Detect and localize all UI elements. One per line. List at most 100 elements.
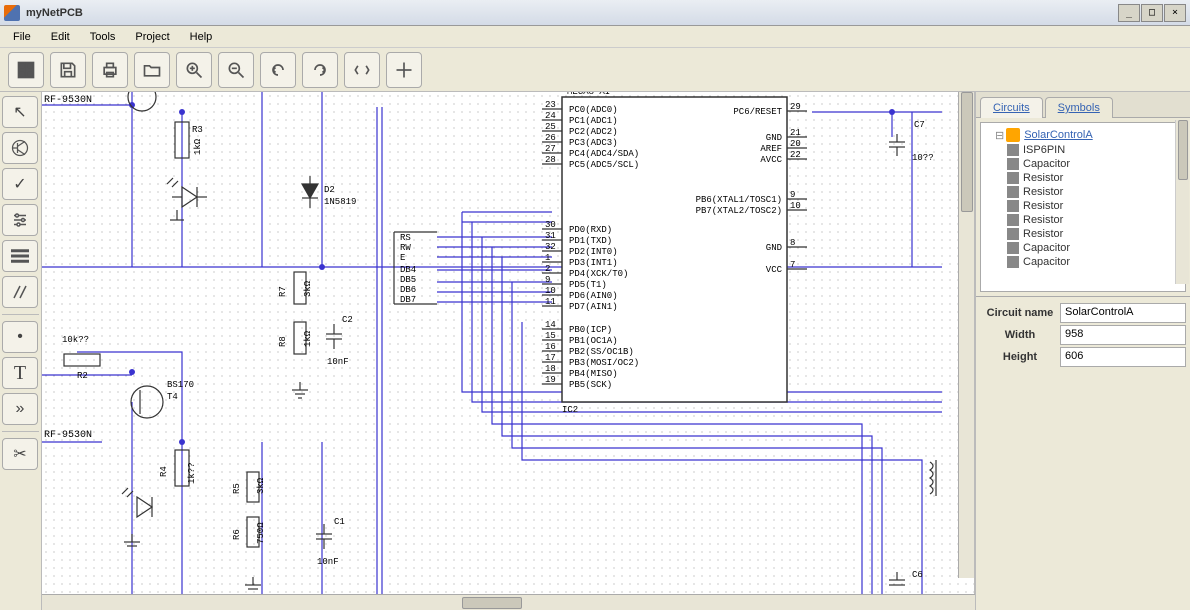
r8-val: 1kΩ xyxy=(303,330,313,347)
tree-item-label: Resistor xyxy=(1023,200,1063,212)
maximize-button[interactable]: □ xyxy=(1141,4,1163,22)
menu-file[interactable]: File xyxy=(6,29,38,45)
tree-item[interactable]: Resistor xyxy=(987,199,1183,213)
prop-name-val[interactable]: SolarControlA xyxy=(1060,303,1186,323)
zoom-in-button[interactable] xyxy=(176,52,212,88)
horizontal-scrollbar[interactable] xyxy=(42,594,975,610)
prop-width-label: Width xyxy=(980,329,1060,341)
toolbar xyxy=(0,48,1190,92)
d2-val: 1N5819 xyxy=(324,197,356,207)
prop-height-label: Height xyxy=(980,351,1060,363)
svg-text:PB3(MOSI/OC2): PB3(MOSI/OC2) xyxy=(569,358,639,368)
menubar: File Edit Tools Project Help xyxy=(0,26,1190,48)
grid-button[interactable] xyxy=(8,52,44,88)
comp-icon xyxy=(1007,158,1019,170)
schematic-canvas[interactable]: RF-9530N R3 1kΩ xyxy=(42,92,975,594)
canvas-wrap: RF-9530N R3 1kΩ xyxy=(42,92,975,610)
redo-button[interactable] xyxy=(302,52,338,88)
comp-icon xyxy=(1007,172,1019,184)
bars-tool[interactable] xyxy=(2,240,38,272)
comp-icon xyxy=(1007,144,1019,156)
menu-help[interactable]: Help xyxy=(183,29,220,45)
open-button[interactable] xyxy=(134,52,170,88)
r3-ref: R3 xyxy=(192,125,203,135)
svg-text:32: 32 xyxy=(545,242,556,252)
svg-text:31: 31 xyxy=(545,231,556,241)
svg-text:22: 22 xyxy=(790,150,801,160)
r5-val: 3kΩ xyxy=(256,477,266,494)
tree-item[interactable]: Capacitor xyxy=(987,157,1183,171)
svg-text:15: 15 xyxy=(545,331,556,341)
svg-text:AREF: AREF xyxy=(760,144,782,154)
window-title: myNetPCB xyxy=(26,7,83,19)
cut-tool[interactable]: ✂ xyxy=(2,438,38,470)
tree-item[interactable]: Resistor xyxy=(987,185,1183,199)
lcd-db6: DB6 xyxy=(400,285,416,295)
svg-text:28: 28 xyxy=(545,155,556,165)
svg-text:PC3(ADC3): PC3(ADC3) xyxy=(569,138,618,148)
zoom-out-button[interactable] xyxy=(218,52,254,88)
java-icon xyxy=(4,5,20,21)
save-button[interactable] xyxy=(50,52,86,88)
svg-text:PD7(AIN1): PD7(AIN1) xyxy=(569,302,618,312)
svg-text:1: 1 xyxy=(545,253,550,263)
tree[interactable]: ⊟ SolarControlA ISP6PINCapacitorResistor… xyxy=(980,122,1186,292)
cursor-tool[interactable]: ↖ xyxy=(2,96,38,128)
text-tool[interactable]: T xyxy=(2,357,38,389)
tabs: Circuits Symbols xyxy=(976,92,1190,118)
svg-text:10: 10 xyxy=(545,286,556,296)
svg-text:GND: GND xyxy=(766,243,782,253)
menu-tools[interactable]: Tools xyxy=(83,29,123,45)
svg-text:10: 10 xyxy=(790,201,801,211)
comp-icon xyxy=(1007,256,1019,268)
tree-item[interactable]: Resistor xyxy=(987,227,1183,241)
tree-item[interactable]: ISP6PIN xyxy=(987,143,1183,157)
arrow-tool[interactable]: » xyxy=(2,393,38,425)
svg-text:PC6/RESET: PC6/RESET xyxy=(733,107,782,117)
tree-scrollbar[interactable] xyxy=(1175,120,1189,284)
point-tool[interactable]: • xyxy=(2,321,38,353)
check-tool[interactable]: ✓ xyxy=(2,168,38,200)
close-button[interactable]: × xyxy=(1164,4,1186,22)
svg-text:PD4(XCK/T0): PD4(XCK/T0) xyxy=(569,269,628,279)
svg-text:PB7(XTAL2/TOSC2): PB7(XTAL2/TOSC2) xyxy=(696,206,782,216)
tree-root[interactable]: ⊟ SolarControlA xyxy=(987,127,1183,143)
tree-item[interactable]: Resistor xyxy=(987,171,1183,185)
r2-ref: R2 xyxy=(77,371,88,381)
origin-button[interactable] xyxy=(386,52,422,88)
svg-text:25: 25 xyxy=(545,122,556,132)
wire-tool[interactable] xyxy=(2,276,38,308)
minimize-button[interactable]: _ xyxy=(1118,4,1140,22)
t4: T4 xyxy=(167,392,178,402)
tree-item-label: Resistor xyxy=(1023,214,1063,226)
tree-item[interactable]: Resistor xyxy=(987,213,1183,227)
tab-symbols[interactable]: Symbols xyxy=(1045,97,1113,118)
tree-item[interactable]: Capacitor xyxy=(987,241,1183,255)
coords-button[interactable] xyxy=(344,52,380,88)
settings-tool[interactable] xyxy=(2,204,38,236)
menu-project[interactable]: Project xyxy=(128,29,176,45)
comp-icon xyxy=(1007,200,1019,212)
svg-text:PB4(MISO): PB4(MISO) xyxy=(569,369,618,379)
transistor-tool[interactable] xyxy=(2,132,38,164)
prop-width-val[interactable]: 958 xyxy=(1060,325,1186,345)
r7-ref: R7 xyxy=(278,286,288,297)
svg-text:PD0(RXD): PD0(RXD) xyxy=(569,225,612,235)
svg-text:2: 2 xyxy=(545,264,550,274)
titlebar: myNetPCB _ □ × xyxy=(0,0,1190,26)
svg-text:PB5(SCK): PB5(SCK) xyxy=(569,380,612,390)
svg-text:17: 17 xyxy=(545,353,556,363)
tab-circuits[interactable]: Circuits xyxy=(980,97,1043,118)
comp-icon xyxy=(1007,214,1019,226)
svg-text:23: 23 xyxy=(545,100,556,110)
comp-icon xyxy=(1007,186,1019,198)
schematic-svg: RF-9530N R3 1kΩ xyxy=(42,92,962,594)
svg-text:PD5(T1): PD5(T1) xyxy=(569,280,607,290)
d2-ref: D2 xyxy=(324,185,335,195)
tree-item[interactable]: Capacitor xyxy=(987,255,1183,269)
c2-ref: C2 xyxy=(342,315,353,325)
menu-edit[interactable]: Edit xyxy=(44,29,77,45)
print-button[interactable] xyxy=(92,52,128,88)
undo-button[interactable] xyxy=(260,52,296,88)
prop-height-val[interactable]: 606 xyxy=(1060,347,1186,367)
